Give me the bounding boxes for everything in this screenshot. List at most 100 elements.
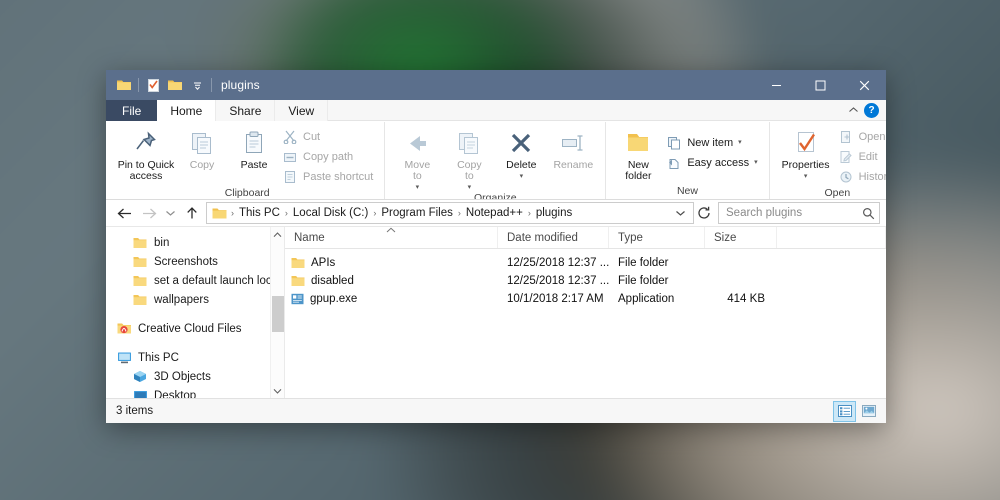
open-label: Open — [858, 130, 886, 143]
copy-path-button[interactable]: Copy path — [280, 147, 378, 166]
forward-button[interactable] — [137, 202, 162, 224]
move-to-button[interactable]: Move to ▾ — [391, 125, 443, 191]
tab-share[interactable]: Share — [216, 100, 276, 121]
scroll-down-arrow-icon[interactable] — [271, 383, 285, 398]
paste-icon — [242, 128, 266, 158]
navigation-pane-scrollbar[interactable] — [270, 227, 284, 398]
new-item-caret-icon[interactable]: ▾ — [738, 139, 742, 146]
cut-label: Cut — [303, 130, 321, 143]
tab-file[interactable]: File — [106, 100, 158, 121]
rename-button[interactable]: Rename — [547, 125, 599, 191]
table-row[interactable]: APIs 12/25/2018 12:37 ... File folder — [285, 254, 886, 272]
properties-button[interactable]: Properties ▾ — [776, 125, 836, 186]
tree-item-wallpapers[interactable]: wallpapers — [106, 290, 284, 309]
delete-button[interactable]: Delete ▾ — [495, 125, 547, 191]
breadcrumb-item-local-disk[interactable]: Local Disk (C:) — [289, 207, 372, 219]
tree-item-desktop[interactable]: Desktop — [106, 386, 284, 398]
search-box[interactable]: Search plugins — [718, 202, 880, 224]
file-type-cell: File folder — [618, 275, 669, 287]
ribbon-group-clipboard: Pin to Quick access Copy Paste Cut Copy … — [110, 122, 384, 199]
maximize-button[interactable] — [798, 70, 842, 100]
breadcrumb-item-notepadpp[interactable]: Notepad++ — [462, 207, 527, 219]
folder-icon[interactable] — [113, 74, 135, 96]
search-icon[interactable] — [862, 207, 875, 220]
column-header-date-modified[interactable]: Date modified — [498, 227, 609, 248]
tab-view[interactable]: View — [275, 100, 329, 121]
copy-to-caret-icon[interactable]: ▾ — [468, 184, 472, 191]
address-bar[interactable]: › This PC › Local Disk (C:) › Program Fi… — [206, 202, 694, 224]
details-view-button[interactable] — [833, 400, 856, 422]
new-folder-icon[interactable] — [164, 74, 186, 96]
edit-button[interactable]: Edit — [836, 147, 886, 166]
column-header-size[interactable]: Size — [705, 227, 777, 248]
scrollbar-track[interactable] — [271, 242, 285, 383]
history-button[interactable]: History — [836, 167, 886, 186]
delete-caret-icon[interactable]: ▾ — [520, 173, 524, 180]
properties-icon — [794, 128, 818, 158]
ribbon-tab-strip: File Home Share View ? — [106, 100, 886, 122]
delete-icon — [508, 128, 534, 158]
tree-item-label: Screenshots — [154, 255, 218, 268]
tab-home[interactable]: Home — [157, 100, 217, 121]
help-button[interactable]: ? — [864, 102, 879, 118]
move-to-caret-icon[interactable]: ▾ — [416, 184, 420, 191]
close-button[interactable] — [842, 70, 886, 100]
customize-qat-caret-icon[interactable] — [186, 74, 208, 96]
open-button[interactable]: Open ▾ — [836, 127, 886, 146]
properties-icon[interactable] — [142, 74, 164, 96]
scrollbar-thumb[interactable] — [271, 295, 284, 333]
search-input[interactable]: Search plugins — [726, 207, 862, 219]
recent-locations-caret-icon[interactable] — [162, 202, 179, 224]
ribbon-group-new: New folder New item ▾ Easy access ▾ New — [605, 122, 768, 199]
copy-to-button[interactable]: Copy to ▾ — [443, 125, 495, 191]
tree-item-this-pc[interactable]: This PC — [106, 348, 284, 367]
easy-access-button[interactable]: Easy access ▾ — [664, 153, 762, 172]
tree-item-label: bin — [154, 236, 170, 249]
open-small-buttons: Open ▾ Edit — [836, 125, 886, 186]
scroll-up-arrow-icon[interactable] — [271, 227, 285, 242]
file-name-cell: gpup.exe — [285, 293, 498, 305]
pin-to-quick-access-button[interactable]: Pin to Quick access — [116, 125, 176, 186]
tree-item-set-a-default-launch-location[interactable]: set a default launch locati — [106, 271, 284, 290]
breadcrumb-item-plugins[interactable]: plugins — [532, 207, 576, 219]
column-header-name[interactable]: Name — [285, 227, 498, 248]
new-folder-button[interactable]: New folder — [612, 125, 664, 184]
paste-button[interactable]: Paste — [228, 125, 280, 186]
tree-item-bin[interactable]: bin — [106, 233, 284, 252]
address-dropdown-caret-icon[interactable] — [675, 209, 691, 217]
move-to-icon — [404, 128, 430, 158]
item-count-label: 3 items — [116, 405, 154, 417]
new-item-button[interactable]: New item ▾ — [664, 133, 762, 152]
table-row[interactable]: gpup.exe 10/1/2018 2:17 AM Application 4… — [285, 290, 886, 308]
file-name-label: gpup.exe — [310, 293, 358, 305]
easy-access-caret-icon[interactable]: ▾ — [754, 159, 758, 166]
column-header-label: Date modified — [507, 231, 578, 244]
up-button[interactable] — [179, 202, 204, 224]
collapse-ribbon-caret-icon[interactable] — [848, 106, 859, 114]
large-icons-view-button[interactable] — [857, 401, 880, 422]
table-row[interactable]: disabled 12/25/2018 12:37 ... File folde… — [285, 272, 886, 290]
column-header-filler — [777, 227, 886, 248]
column-header-type[interactable]: Type — [609, 227, 705, 248]
copy-button[interactable]: Copy — [176, 125, 228, 186]
tree-item-creative-cloud-files[interactable]: Creative Cloud Files — [106, 319, 284, 338]
minimize-button[interactable] — [754, 70, 798, 100]
this-pc-icon — [116, 350, 132, 366]
cut-button[interactable]: Cut — [280, 127, 378, 146]
copy-to-label: Copy to — [457, 159, 482, 182]
breadcrumb-item-this-pc[interactable]: This PC — [235, 207, 284, 219]
breadcrumb-item-program-files[interactable]: Program Files — [377, 207, 457, 219]
refresh-button[interactable] — [694, 202, 714, 224]
tree-item-3d-objects[interactable]: 3D Objects — [106, 367, 284, 386]
easy-access-icon — [666, 155, 682, 171]
back-button[interactable] — [112, 202, 137, 224]
file-size-cell: 414 KB — [727, 293, 765, 305]
title-bar: plugins — [106, 70, 886, 100]
tree-item-screenshots[interactable]: Screenshots — [106, 252, 284, 271]
file-name-label: disabled — [311, 275, 354, 287]
paste-shortcut-button[interactable]: Paste shortcut — [280, 167, 378, 186]
properties-caret-icon[interactable]: ▾ — [804, 173, 808, 180]
quick-access-toolbar: plugins — [106, 70, 260, 100]
ribbon-group-open: Properties ▾ Open ▾ — [768, 122, 886, 199]
